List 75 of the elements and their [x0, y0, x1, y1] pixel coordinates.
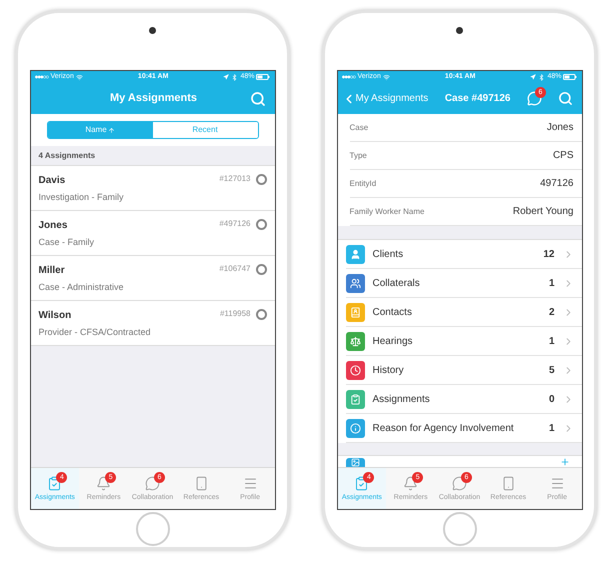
location-icon — [530, 74, 536, 80]
case-number: #127013 — [219, 173, 250, 185]
assignment-row[interactable]: Wilson Provider - CFSA/Contracted #119958 — [30, 301, 274, 346]
search-icon[interactable] — [250, 90, 266, 106]
assignment-type: Case - Family — [38, 236, 94, 249]
phone-icon — [194, 476, 209, 491]
search-icon[interactable] — [558, 91, 574, 106]
list-header: 4 Assignments — [38, 150, 96, 162]
section-row[interactable]: Collaterals 1 — [346, 269, 582, 298]
battery-icon — [563, 74, 578, 80]
phone-icon — [500, 476, 516, 491]
section-label: Assignments — [372, 392, 431, 406]
bluetooth-icon — [538, 74, 546, 80]
section-row[interactable]: Reason for Agency Involvement 1 — [346, 414, 582, 443]
segment-tab[interactable]: Name — [48, 122, 152, 138]
bell-icon — [403, 476, 418, 491]
nav-title: Case #497126 — [444, 92, 510, 106]
assignment-type: Investigation - Family — [38, 191, 124, 204]
signal-icon — [342, 75, 356, 79]
menu-icon — [550, 476, 565, 491]
section-label: History — [372, 364, 405, 378]
section-count: 2 — [548, 306, 554, 320]
case-number: #119958 — [220, 308, 250, 320]
assignment-row[interactable]: Jones Case - Family #497126 — [30, 211, 274, 256]
assignment-name: Wilson — [38, 309, 72, 323]
section-count: 0 — [548, 392, 554, 406]
chat-bubble-icon — [452, 476, 467, 491]
assignment-name: Miller — [38, 264, 66, 278]
section-count: 5 — [548, 364, 554, 378]
bell-icon — [96, 476, 112, 491]
chat-bubble-icon — [144, 476, 160, 491]
section-label: Reason for Agency Involvement — [372, 422, 515, 436]
assignment-type: Case - Administrative — [38, 281, 124, 294]
section-row[interactable]: History 5 — [346, 356, 582, 385]
chat-bubble-icon[interactable] — [526, 91, 542, 106]
case-number: #106747 — [219, 263, 250, 275]
signal-icon — [34, 75, 48, 79]
section-label: Contacts — [372, 306, 413, 320]
detail-value: Robert Young — [512, 205, 574, 219]
section-label: Hearings — [372, 334, 414, 348]
detail-label: Family Worker Name — [350, 206, 424, 218]
assignment-name: Davis — [38, 174, 66, 188]
section-count: 1 — [548, 334, 554, 348]
assignment-row[interactable]: Miller Case - Administrative #106747 — [30, 256, 274, 301]
section-row[interactable]: Assignments 0 — [346, 385, 582, 414]
section-count: 1 — [548, 276, 554, 290]
wifi-icon — [76, 74, 83, 80]
clipboard-icon — [47, 476, 62, 491]
section-row[interactable]: Contacts 2 — [346, 298, 582, 327]
assignment-type: Provider - CFSA/Contracted — [38, 326, 151, 339]
nav-title: My Assignments — [110, 91, 197, 106]
case-number: #497126 — [219, 218, 250, 230]
section-count: 12 — [543, 248, 554, 262]
assignment-row[interactable]: Davis Investigation - Family #127013 — [30, 166, 274, 211]
section-row[interactable]: Hearings 1 — [346, 327, 582, 356]
clipboard-icon — [354, 476, 370, 491]
detail-value: Jones — [546, 121, 574, 135]
detail-value: 497126 — [540, 177, 574, 191]
section-label: Clients — [372, 248, 404, 262]
menu-icon — [242, 476, 258, 491]
back-button[interactable]: My Assignments — [342, 91, 428, 106]
section-label: Collaterals — [372, 276, 421, 290]
detail-value: CPS — [552, 149, 574, 163]
detail-label: Case — [350, 122, 368, 134]
detail-label: Type — [350, 150, 367, 162]
detail-label: EntityId — [350, 178, 376, 190]
section-count: 1 — [548, 422, 554, 436]
plus-icon[interactable] — [560, 457, 570, 467]
bluetooth-icon — [231, 74, 238, 80]
wifi-icon — [382, 74, 390, 80]
assignment-name: Jones — [38, 219, 68, 233]
section-row[interactable]: Clients 12 — [346, 240, 582, 269]
battery-icon — [256, 74, 270, 80]
location-icon — [223, 74, 230, 80]
sort-arrow-icon — [108, 126, 115, 134]
